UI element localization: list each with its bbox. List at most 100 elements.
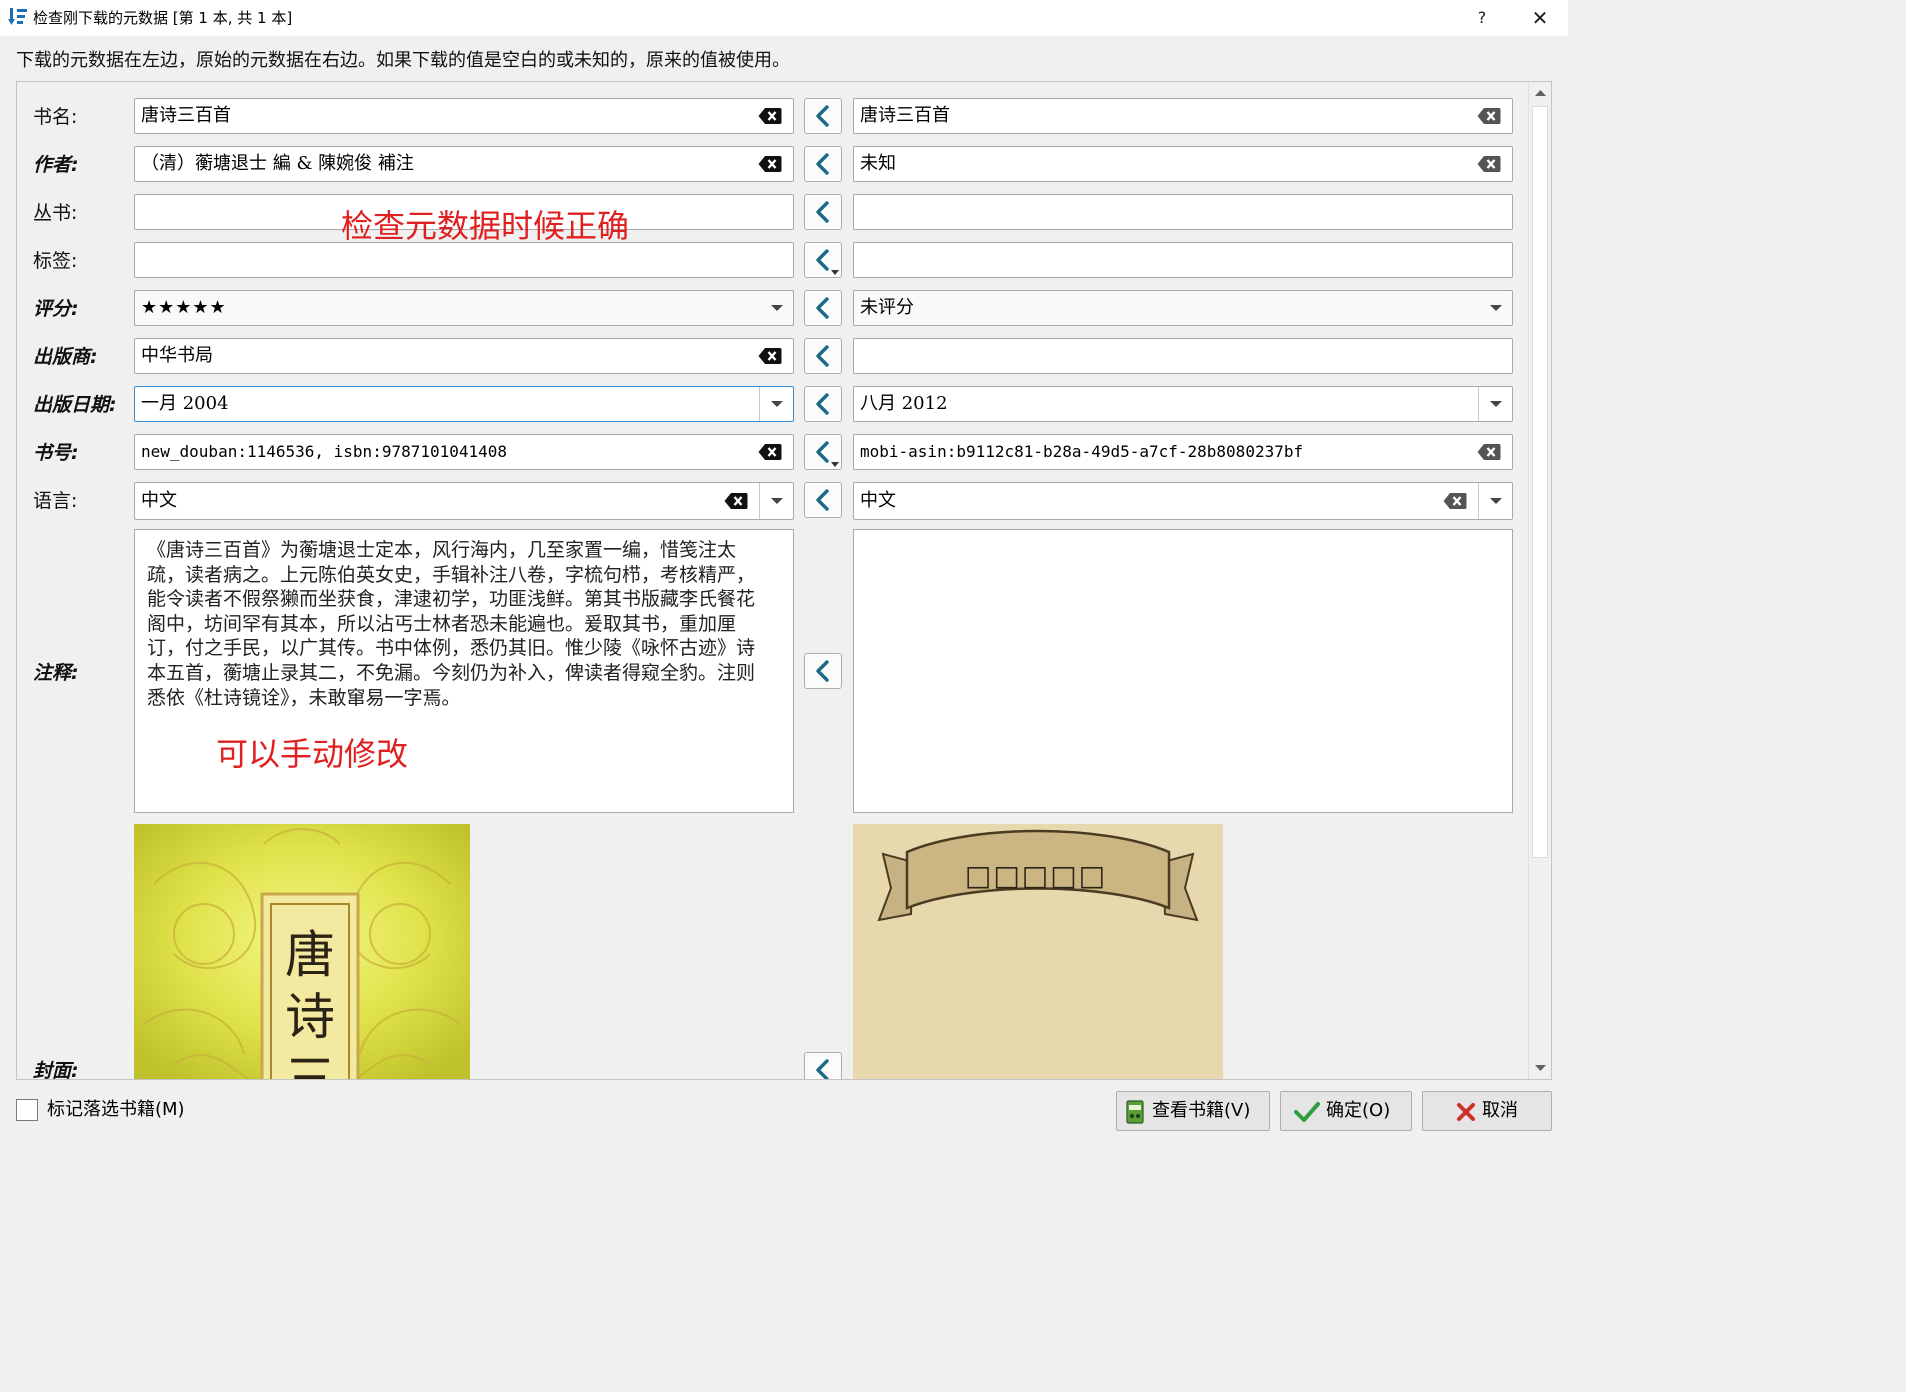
clear-icon[interactable] [1477, 107, 1501, 125]
mark-rejected-checkbox[interactable] [16, 1099, 38, 1121]
check-icon [1294, 1102, 1320, 1122]
original-rating-value: 未评分 [860, 297, 914, 318]
label-comments: 注释: [33, 662, 79, 684]
copy-pubdate-button[interactable] [804, 386, 842, 422]
downloaded-comments-text: 《唐诗三百首》为蘅塘退士定本，风行海内，几至家置一编，惜笺注太疏，读者病之。上元… [147, 539, 756, 709]
help-button[interactable]: ? [1470, 4, 1494, 32]
original-comments-editor[interactable] [853, 529, 1513, 813]
downloaded-cover-image[interactable]: 唐诗三 [134, 824, 470, 1080]
downloaded-title-value: 唐诗三百首 [141, 105, 231, 126]
copy-title-button[interactable] [804, 98, 842, 134]
downloaded-authors-field[interactable]: （清）蘅塘退士 編 & 陳婉俊 補注 [134, 146, 794, 182]
arrow-left-icon [816, 297, 829, 319]
arrow-left-icon [816, 105, 829, 127]
annotation-check-metadata: 检查元数据时候正确 [341, 207, 630, 245]
clear-icon[interactable] [758, 347, 782, 365]
annotation-manual-edit: 可以手动修改 [216, 735, 409, 773]
mark-rejected-label[interactable]: 标记落选书籍(M) [47, 1097, 185, 1123]
chevron-down-icon[interactable] [1481, 483, 1511, 519]
copy-identifiers-button[interactable] [804, 434, 842, 470]
downloaded-identifiers-value: new_douban:1146536, isbn:9787101041408 [141, 442, 508, 461]
label-title: 书名: [33, 106, 78, 128]
clear-icon[interactable] [1477, 155, 1501, 173]
close-button[interactable]: ✕ [1526, 4, 1554, 32]
original-identifiers-field[interactable]: mobi-asin:b9112c81-b28a-49d5-a7cf-28b808… [853, 434, 1513, 470]
clear-icon[interactable] [758, 443, 782, 461]
arrow-left-icon [816, 489, 829, 511]
copy-publisher-button[interactable] [804, 338, 842, 374]
chevron-down-icon[interactable] [762, 291, 792, 325]
clear-icon[interactable] [1443, 492, 1467, 510]
downloaded-rating-combo[interactable]: ★★★★★ [134, 290, 794, 326]
label-authors: 作者: [33, 154, 79, 176]
original-title-value: 唐诗三百首 [860, 105, 950, 126]
original-publisher-field[interactable] [853, 338, 1513, 374]
metadata-scroll-area[interactable]: 书名: 唐诗三百首 唐诗三百首 作者: （清）蘅塘退士 編 & 陳婉俊 補注 未… [16, 81, 1552, 1080]
clear-icon[interactable] [758, 107, 782, 125]
downloaded-publisher-field[interactable]: 中华书局 [134, 338, 794, 374]
divider [1478, 483, 1479, 519]
downloaded-pubdate-value: 一月 2004 [141, 393, 229, 414]
chevron-down-icon[interactable] [762, 387, 792, 421]
clear-icon[interactable] [1477, 443, 1501, 461]
view-book-button[interactable]: 查看书籍(V) [1116, 1091, 1270, 1131]
chevron-down-icon[interactable] [762, 483, 792, 519]
arrow-left-icon [816, 153, 829, 175]
original-authors-field[interactable]: 未知 [853, 146, 1513, 182]
copy-comments-button[interactable] [804, 653, 842, 689]
original-series-field[interactable] [853, 194, 1513, 230]
original-rating-combo[interactable]: 未评分 [853, 290, 1513, 326]
chevron-down-icon[interactable] [1481, 387, 1511, 421]
copy-cover-button[interactable] [804, 1052, 842, 1079]
downloaded-title-field[interactable]: 唐诗三百首 [134, 98, 794, 134]
original-pubdate-value: 八月 2012 [860, 393, 948, 414]
clear-icon[interactable] [724, 492, 748, 510]
vertical-scrollbar[interactable] [1528, 82, 1551, 1079]
copy-languages-button[interactable] [804, 482, 842, 518]
original-title-field[interactable]: 唐诗三百首 [853, 98, 1513, 134]
label-publisher: 出版商: [33, 346, 98, 368]
arrow-left-icon [816, 1059, 829, 1079]
chevron-down-icon [831, 462, 839, 467]
downloaded-identifiers-field[interactable]: new_douban:1146536, isbn:9787101041408 [134, 434, 794, 470]
original-tags-field[interactable] [853, 242, 1513, 278]
arrow-left-icon [816, 249, 829, 271]
downloaded-languages-field[interactable]: 中文 [134, 482, 794, 520]
arrow-left-icon [816, 660, 829, 682]
label-rating: 评分: [33, 298, 79, 320]
book-icon [1126, 1100, 1144, 1124]
chevron-down-icon [831, 270, 839, 275]
chevron-down-icon[interactable] [1481, 291, 1511, 325]
scrollbar-thumb[interactable] [1532, 106, 1548, 858]
downloaded-tags-field[interactable] [134, 242, 794, 278]
view-book-label: 查看书籍(V) [1152, 1100, 1251, 1121]
scroll-down-icon[interactable] [1529, 1057, 1552, 1079]
cover-title-text: 唐诗三 [285, 926, 335, 1080]
title-bar: 检查刚下载的元数据 [第 1 本, 共 1 本] ? ✕ [0, 0, 1568, 36]
label-series: 丛书: [33, 202, 78, 224]
copy-series-button[interactable] [804, 194, 842, 230]
label-pubdate: 出版日期: [33, 394, 117, 416]
copy-rating-button[interactable] [804, 290, 842, 326]
original-languages-field[interactable]: 中文 [853, 482, 1513, 520]
copy-tags-button[interactable] [804, 242, 842, 278]
original-cover-image[interactable]: □□□□□ [853, 824, 1223, 1079]
clear-icon[interactable] [758, 155, 782, 173]
cancel-label: 取消 [1482, 1100, 1518, 1121]
original-languages-value: 中文 [860, 490, 896, 511]
downloaded-pubdate-field[interactable]: 一月 2004 [134, 386, 794, 422]
copy-authors-button[interactable] [804, 146, 842, 182]
label-cover: 封面: [33, 1060, 79, 1080]
downloaded-languages-value: 中文 [141, 490, 177, 511]
label-languages: 语言: [33, 490, 78, 512]
original-authors-value: 未知 [860, 153, 896, 174]
divider [759, 387, 760, 421]
original-identifiers-value: mobi-asin:b9112c81-b28a-49d5-a7cf-28b808… [860, 442, 1304, 461]
cancel-button[interactable]: 取消 [1422, 1091, 1552, 1131]
arrow-left-icon [816, 393, 829, 415]
scroll-up-icon[interactable] [1529, 82, 1552, 104]
arrow-left-icon [816, 345, 829, 367]
arrow-left-icon [816, 441, 829, 463]
original-pubdate-field[interactable]: 八月 2012 [853, 386, 1513, 422]
ok-button[interactable]: 确定(O) [1280, 1091, 1412, 1131]
